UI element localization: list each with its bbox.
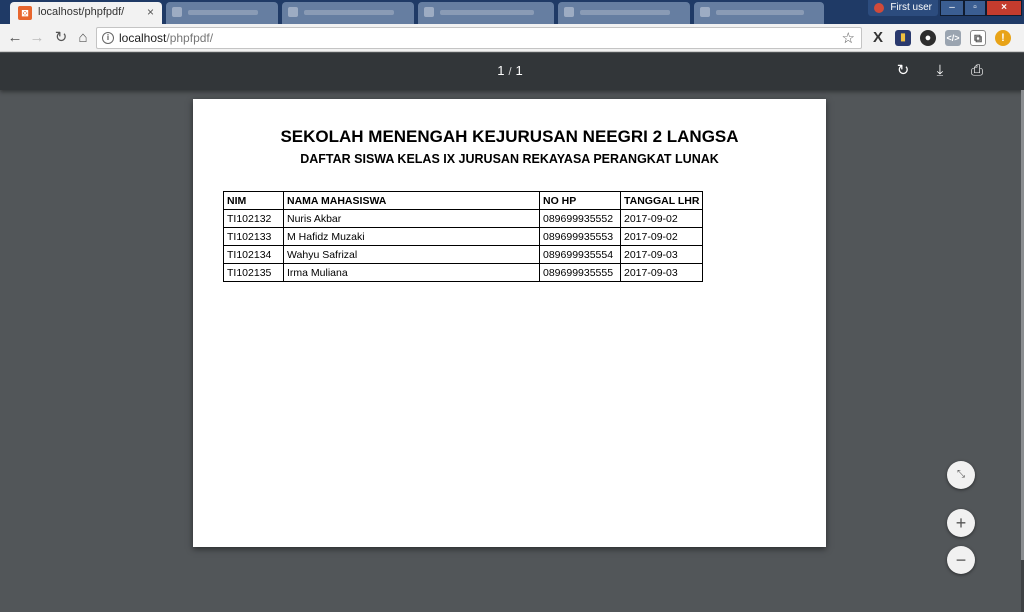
extension-stats-icon[interactable]: ▮ xyxy=(895,30,911,46)
url-host: localhost xyxy=(119,31,167,45)
tab-title-blurred xyxy=(188,10,258,15)
background-tab[interactable] xyxy=(418,2,554,24)
extension-circle-icon[interactable]: ● xyxy=(920,30,936,46)
students-table: NIM NAMA MAHASISWA NO HP TANGGAL LHR TI1… xyxy=(223,191,704,282)
current-page[interactable]: 1 xyxy=(497,63,504,78)
header-tanggal-lhr: TANGGAL LHR xyxy=(619,191,704,210)
header-nim: NIM xyxy=(223,191,284,210)
browser-toolbar: ← → ↻ ⌂ i localhost/phpfpdf/ ☆ X ▮ ● </>… xyxy=(0,24,1024,52)
background-tab[interactable] xyxy=(166,2,278,24)
tab-strip: ⊠ localhost/phpfpdf/ × First user – ▫ × xyxy=(0,0,1024,24)
cell-nama: Wahyu Safrizal xyxy=(283,245,540,264)
zoom-in-button[interactable]: + xyxy=(947,509,975,537)
document-title: SEKOLAH MENENGAH KEJURUSAN NEEGRI 2 LANG… xyxy=(280,127,739,146)
fit-to-page-button[interactable]: ⤡ xyxy=(947,461,975,489)
document-subtitle: DAFTAR SISWA KELAS IX JURUSAN REKAYASA P… xyxy=(300,152,719,166)
page-separator: / xyxy=(508,66,512,78)
forward-button[interactable]: → xyxy=(28,29,46,47)
cell-nim: TI102133 xyxy=(223,227,284,246)
tab-favicon-icon xyxy=(564,7,574,17)
background-tab[interactable] xyxy=(694,2,824,24)
print-icon[interactable]: ⎙ xyxy=(967,61,987,81)
tab-title-blurred xyxy=(716,10,804,15)
windows-user-label: First user xyxy=(890,2,932,13)
tab-close-icon[interactable]: × xyxy=(147,5,154,19)
cell-tanggal-lhr: 2017-09-03 xyxy=(619,263,704,282)
tab-title-blurred xyxy=(580,10,670,15)
pdf-toolbar: 1/1 ↻ ⤓ ⎙ xyxy=(0,53,1024,90)
tab-title-blurred xyxy=(304,10,394,15)
header-no-hp: NO HP xyxy=(539,191,621,210)
minimize-button[interactable]: – xyxy=(940,0,964,16)
url-path: /phpfpdf/ xyxy=(166,31,214,45)
pdf-page: SEKOLAH MENENGAH KEJURUSAN NEEGRI 2 LANG… xyxy=(193,99,826,547)
windows-user-button[interactable]: First user xyxy=(868,0,938,16)
extension-copy-icon[interactable]: ⧉ xyxy=(970,30,986,46)
tab-favicon-icon xyxy=(288,7,298,17)
extension-x-icon[interactable]: X xyxy=(870,30,886,46)
back-button[interactable]: ← xyxy=(6,29,24,47)
cell-tanggal-lhr: 2017-09-02 xyxy=(619,227,704,246)
cell-no-hp: 089699935554 xyxy=(539,245,621,264)
tab-title-blurred xyxy=(440,10,534,15)
total-pages: 1 xyxy=(515,63,523,78)
table-row: TI102135 Irma Muliana 089699935555 2017-… xyxy=(223,263,704,282)
cell-no-hp: 089699935553 xyxy=(539,227,621,246)
maximize-button[interactable]: ▫ xyxy=(964,0,986,16)
header-nama: NAMA MAHASISWA xyxy=(283,191,540,210)
table-header-row: NIM NAMA MAHASISWA NO HP TANGGAL LHR xyxy=(223,191,704,210)
tab-favicon-icon xyxy=(172,7,182,17)
home-button[interactable]: ⌂ xyxy=(74,29,92,47)
tab-favicon-icon xyxy=(700,7,710,17)
cell-nama: Nuris Akbar xyxy=(283,209,540,228)
background-tab[interactable] xyxy=(282,2,414,24)
table-row: TI102134 Wahyu Safrizal 089699935554 201… xyxy=(223,245,704,264)
address-bar[interactable]: i localhost/phpfpdf/ ☆ xyxy=(96,27,862,49)
close-window-button[interactable]: × xyxy=(986,0,1022,16)
cell-tanggal-lhr: 2017-09-03 xyxy=(619,245,704,264)
cell-nim: TI102134 xyxy=(223,245,284,264)
extension-warning-icon[interactable]: ! xyxy=(995,30,1011,46)
download-icon[interactable]: ⤓ xyxy=(930,61,950,81)
cell-no-hp: 089699935552 xyxy=(539,209,621,228)
page-indicator: 1/1 xyxy=(480,63,540,78)
cell-tanggal-lhr: 2017-09-02 xyxy=(619,209,704,228)
xampp-favicon-icon: ⊠ xyxy=(18,6,32,20)
cell-nim: TI102135 xyxy=(223,263,284,282)
tab-favicon-icon xyxy=(424,7,434,17)
site-info-icon[interactable]: i xyxy=(102,32,114,44)
table-row: TI102133 M Hafidz Muzaki 089699935553 20… xyxy=(223,227,704,246)
rotate-icon[interactable]: ↻ xyxy=(893,61,913,81)
reload-button[interactable]: ↻ xyxy=(52,29,70,47)
tab-localhost-phpfpdf[interactable]: ⊠ localhost/phpfpdf/ × xyxy=(10,2,162,24)
bookmark-star-icon[interactable]: ☆ xyxy=(842,29,855,47)
background-tab[interactable] xyxy=(558,2,690,24)
table-row: TI102132 Nuris Akbar 089699935552 2017-0… xyxy=(223,209,704,228)
url-text[interactable]: localhost/phpfpdf/ xyxy=(119,31,213,45)
cell-nim: TI102132 xyxy=(223,209,284,228)
zoom-out-button[interactable]: − xyxy=(947,546,975,574)
cell-nama: Irma Muliana xyxy=(283,263,540,282)
tab-title: localhost/phpfpdf/ xyxy=(38,6,125,18)
user-icon xyxy=(874,3,884,13)
cell-no-hp: 089699935555 xyxy=(539,263,621,282)
extension-code-icon[interactable]: </> xyxy=(945,30,961,46)
cell-nama: M Hafidz Muzaki xyxy=(283,227,540,246)
